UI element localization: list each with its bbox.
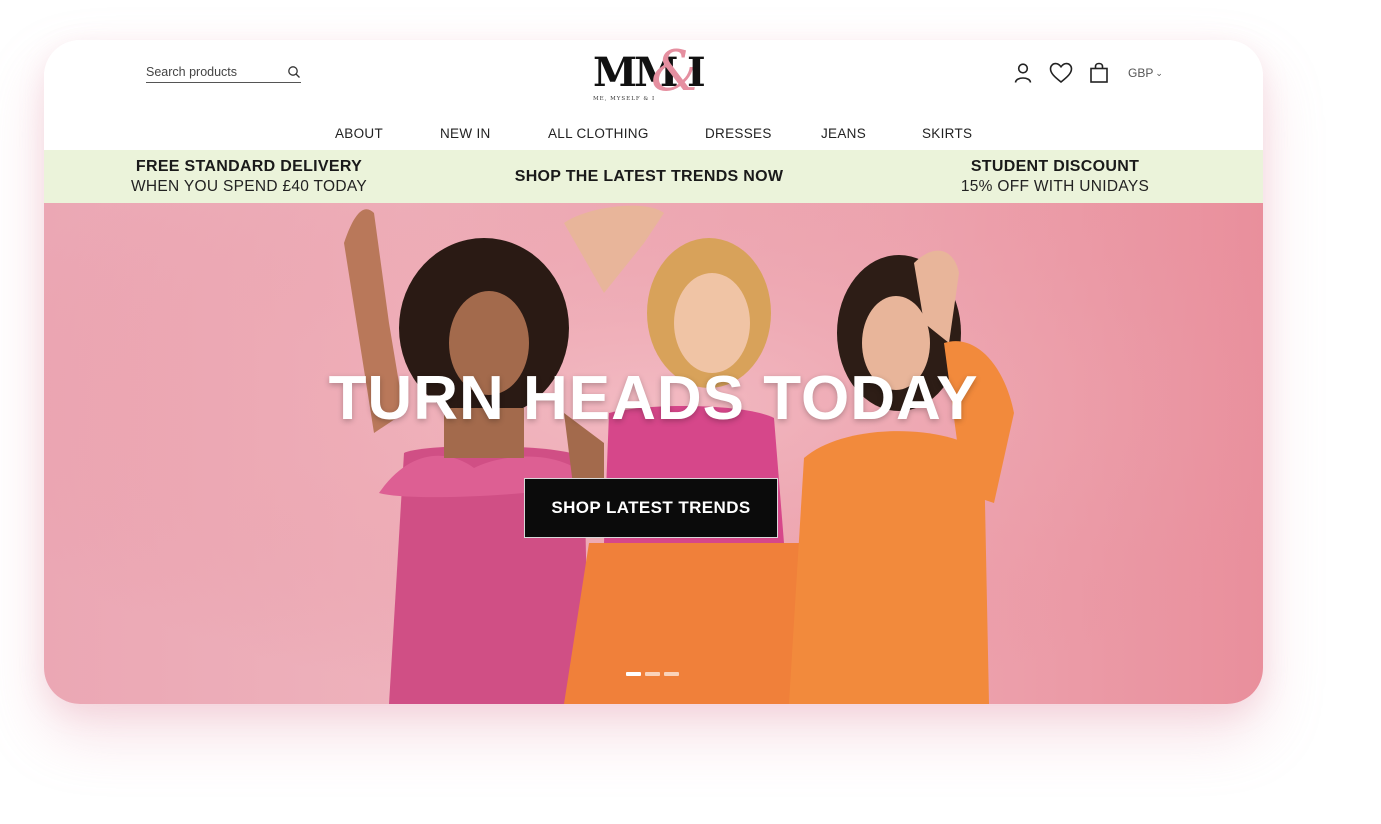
nav-dresses[interactable]: DRESSES: [705, 126, 772, 141]
hero-banner: TURN HEADS TODAY SHOP LATEST TRENDS: [44, 203, 1263, 704]
logo-letter: I: [687, 49, 706, 96]
promo-delivery[interactable]: FREE STANDARD DELIVERY WHEN YOU SPEND £4…: [110, 157, 388, 197]
promo-delivery-title: FREE STANDARD DELIVERY: [135, 158, 363, 175]
search-icon[interactable]: [287, 65, 301, 79]
nav-skirts[interactable]: SKIRTS: [922, 126, 972, 141]
promo-delivery-subtitle: WHEN YOU SPEND £40 TODAY: [130, 178, 368, 195]
promo-student[interactable]: STUDENT DISCOUNT 15% OFF WITH UNIDAYS: [944, 157, 1166, 197]
hero-title: TURN HEADS TODAY: [328, 364, 979, 433]
promo-trends-title: SHOP THE LATEST TRENDS NOW: [514, 168, 784, 185]
search-input[interactable]: [146, 65, 281, 79]
nav-new-in[interactable]: NEW IN: [440, 126, 491, 141]
page-card: MM & I ME, MYSELF & I GBP ⌄ ABOUT NEW IN…: [44, 40, 1263, 704]
promo-student-subtitle: 15% OFF WITH UNIDAYS: [960, 178, 1150, 195]
promo-student-title: STUDENT DISCOUNT: [970, 158, 1140, 175]
currency-selector[interactable]: GBP ⌄: [1128, 66, 1163, 80]
shop-latest-trends-button[interactable]: SHOP LATEST TRENDS: [524, 478, 778, 538]
nav-jeans[interactable]: JEANS: [821, 126, 866, 141]
promo-trends[interactable]: SHOP THE LATEST TRENDS NOW: [494, 167, 804, 187]
site-header: MM & I ME, MYSELF & I GBP ⌄ ABOUT NEW IN…: [44, 40, 1263, 150]
header-actions: GBP ⌄: [1010, 58, 1163, 88]
main-nav: ABOUT NEW IN ALL CLOTHING DRESSES JEANS …: [44, 126, 1263, 148]
logo-tagline: ME, MYSELF & I: [593, 96, 656, 102]
site-logo[interactable]: MM & I ME, MYSELF & I: [591, 44, 717, 104]
hero-image: [44, 203, 1263, 704]
search-bar[interactable]: [146, 62, 301, 83]
nav-all-clothing[interactable]: ALL CLOTHING: [548, 126, 649, 141]
currency-value: GBP: [1128, 66, 1154, 80]
nav-about[interactable]: ABOUT: [335, 126, 383, 141]
carousel-dot[interactable]: [626, 672, 641, 676]
carousel-dots: [626, 672, 683, 676]
heart-icon[interactable]: [1048, 60, 1074, 86]
promo-banner: FREE STANDARD DELIVERY WHEN YOU SPEND £4…: [44, 150, 1263, 203]
carousel-dot[interactable]: [645, 672, 660, 676]
chevron-down-icon: ⌄: [1155, 67, 1163, 78]
bag-icon[interactable]: [1086, 60, 1112, 86]
carousel-dot[interactable]: [664, 672, 679, 676]
user-icon[interactable]: [1010, 60, 1036, 86]
